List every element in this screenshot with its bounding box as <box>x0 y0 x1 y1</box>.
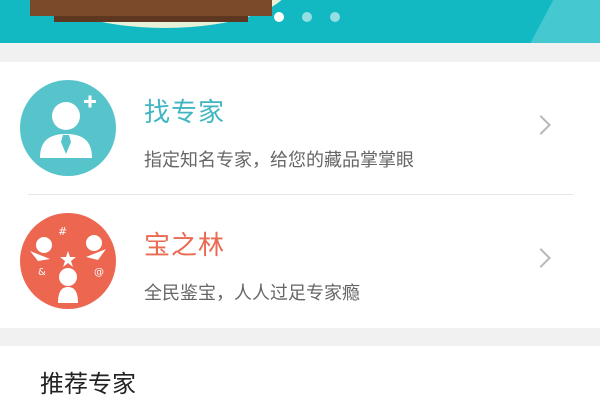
svg-text:@: @ <box>94 267 104 278</box>
recommend-section: 推荐专家 <box>0 346 600 400</box>
carousel-indicators <box>274 12 340 22</box>
banner-image-board-edge <box>54 16 248 22</box>
chevron-right-icon <box>531 248 551 268</box>
carousel-dot-3[interactable] <box>330 12 340 22</box>
carousel-dot-1[interactable] <box>274 12 284 22</box>
service-subtitle: 全民鉴宝，人人过足专家瘾 <box>144 283 360 304</box>
banner-light-streak <box>516 0 600 43</box>
service-item-find-expert[interactable]: 找专家 指定知名专家，给您的藏品掌掌眼 <box>0 62 600 195</box>
service-title: 宝之林 <box>144 231 226 261</box>
chevron-right-icon <box>531 115 551 135</box>
svg-text:&: & <box>38 267 46 278</box>
section-title: 推荐专家 <box>40 370 136 398</box>
svg-text:#: # <box>58 225 67 238</box>
banner-carousel[interactable] <box>0 0 600 43</box>
carousel-dot-2[interactable] <box>302 12 312 22</box>
service-title: 找专家 <box>144 98 226 128</box>
service-list: 找专家 指定知名专家，给您的藏品掌掌眼 # & @ 宝之林 全民鉴宝，人人过足专… <box>0 62 600 328</box>
banner-image-board <box>30 0 272 16</box>
service-item-treasure-forest[interactable]: # & @ 宝之林 全民鉴宝，人人过足专家瘾 <box>0 195 600 328</box>
community-icon: # & @ <box>20 213 116 309</box>
add-user-icon <box>20 80 116 176</box>
app-screen: 找专家 指定知名专家，给您的藏品掌掌眼 # & @ 宝之林 全民鉴宝，人人过足专… <box>0 0 600 400</box>
service-subtitle: 指定知名专家，给您的藏品掌掌眼 <box>144 150 414 171</box>
